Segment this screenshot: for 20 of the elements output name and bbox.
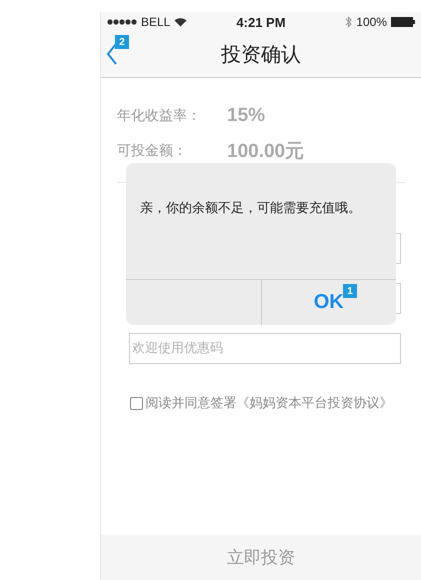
battery-percent: 100% [356,15,387,29]
summary-label: 可投金额： [117,142,188,160]
signal-icon [107,19,137,25]
carrier-name: BELL [141,15,170,29]
annotation-badge: 2 [115,35,129,49]
input-field[interactable]: 欢迎使用优惠码 [129,333,401,364]
status-time: 4:21 PM [236,14,286,30]
back-button[interactable] [105,43,119,67]
annotation-badge: 1 [343,284,357,298]
wifi-icon [174,17,188,27]
battery-icon [390,17,415,27]
checkbox[interactable] [130,396,142,410]
dialog-message: 亲，你的余额不足，可能需要充值哦。 [126,163,396,280]
summary-label: 年化收益率： [117,106,202,124]
bluetooth-icon [345,16,352,28]
page-title: 投资确认 [221,41,301,68]
summary-value: 100.00元 [227,140,304,164]
agreement-text: 阅读并同意签署《妈妈资本平台投资协议》 [146,395,392,412]
summary-value: 15% [227,104,266,126]
invest-button[interactable]: 立即投资 [221,545,301,570]
